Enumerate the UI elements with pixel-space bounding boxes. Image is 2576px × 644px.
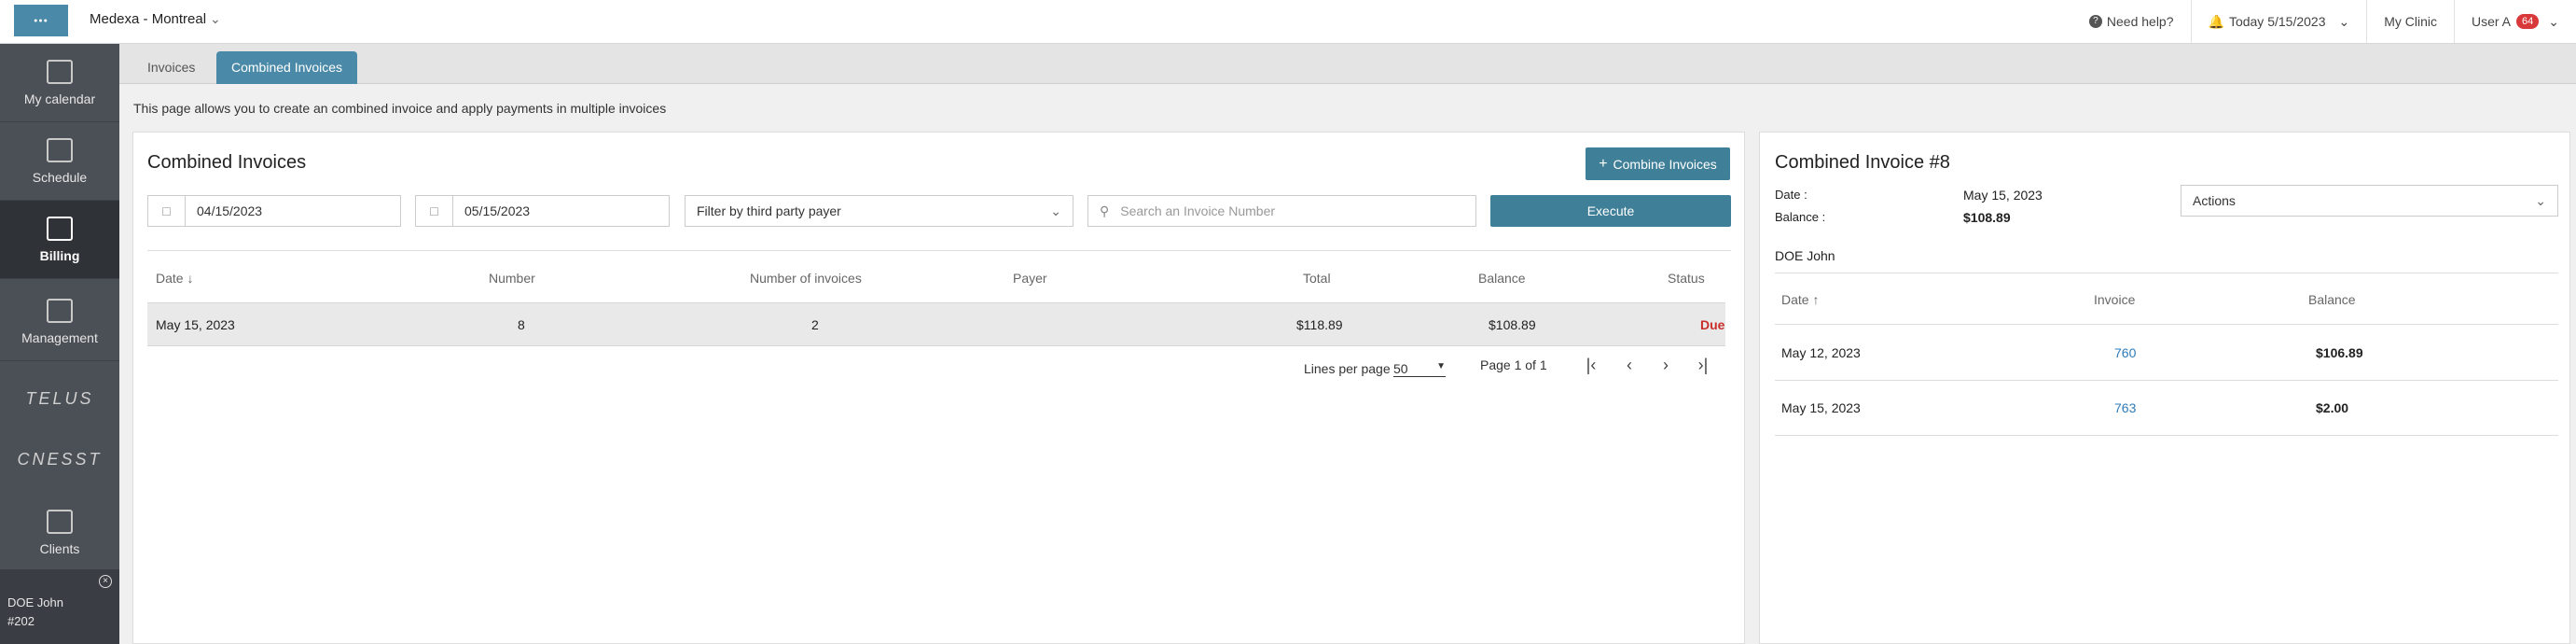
top-bar: ●●● Medexa - Montreal ⌄ ? Need help? 🔔 Tod… <box>0 0 2576 44</box>
info-text: This page allows you to create an combin… <box>133 101 667 116</box>
date-value: May 15, 2023 <box>1963 188 2043 203</box>
date-from-field[interactable]: □ 04/15/2023 <box>147 195 401 227</box>
plus-icon: + <box>1599 155 1608 172</box>
sidebar-item-schedule[interactable]: Schedule <box>0 122 119 201</box>
combine-invoices-button[interactable]: + Combine Invoices <box>1586 147 1730 180</box>
row-total: $118.89 <box>1296 317 1343 332</box>
detail-row-balance: $106.89 <box>2316 345 2363 360</box>
column-header-balance[interactable]: Balance <box>1478 271 1526 286</box>
status-badge: Due <box>1700 317 1725 332</box>
search-icon: ⚲ <box>1100 203 1110 218</box>
next-page-icon[interactable]: › <box>1655 353 1677 377</box>
sidebar-item-management[interactable]: Management <box>0 283 119 361</box>
notification-badge: 64 <box>2516 14 2540 29</box>
billing-icon <box>47 216 73 241</box>
tab-invoices[interactable]: Invoices <box>132 51 210 84</box>
schedule-icon <box>47 137 73 162</box>
payer-filter-select[interactable]: Filter by third party payer ⌄ <box>685 195 1073 227</box>
divider <box>147 250 1731 251</box>
lines-per-page-label: Lines per page <box>1304 361 1391 376</box>
divider <box>1775 324 2558 325</box>
page-info: Page 1 of 1 <box>1480 357 1547 372</box>
tab-bar: Invoices Combined Invoices <box>119 44 2576 84</box>
column-header-status[interactable]: Status <box>1668 271 1705 286</box>
detail-row-date: May 12, 2023 <box>1781 345 1861 360</box>
chevron-down-icon[interactable]: ⌄ <box>210 11 221 27</box>
arrow-down-icon: ↓ <box>187 271 194 286</box>
sidebar-item-my-calendar[interactable]: My calendar <box>0 44 119 122</box>
tab-combined-invoices[interactable]: Combined Invoices <box>216 51 358 84</box>
lines-per-page-select[interactable]: 50 ▼ <box>1393 361 1446 377</box>
last-page-icon[interactable]: ›| <box>1692 353 1714 377</box>
chevron-down-icon: ⌄ <box>1050 203 1061 218</box>
current-patient[interactable]: × DOE John #202 <box>0 569 119 644</box>
actions-select[interactable]: Actions ⌄ <box>2181 185 2558 217</box>
invoice-link[interactable]: 760 <box>2114 345 2136 360</box>
help-link[interactable]: ? Need help? <box>2072 0 2191 43</box>
today-selector[interactable]: 🔔 Today 5/15/2023 ⌄ <box>2190 0 2367 43</box>
chart-icon <box>47 298 73 323</box>
chevron-down-icon: ⌄ <box>2535 192 2546 208</box>
balance-label: Balance : <box>1775 210 1826 224</box>
row-count: 2 <box>811 317 819 332</box>
column-header-invoice[interactable]: Invoice <box>2094 292 2135 307</box>
patient-name: DOE John <box>1775 248 1835 263</box>
chevron-down-icon: ⌄ <box>2338 13 2350 29</box>
user-menu[interactable]: User A 64 ⌄ <box>2454 0 2576 43</box>
chevron-down-icon: ⌄ <box>2548 13 2559 29</box>
invoice-link[interactable]: 763 <box>2114 400 2136 415</box>
row-number: 8 <box>518 317 525 332</box>
column-header-number-of-invoices[interactable]: Number of invoices <box>750 271 862 286</box>
sidebar: My calendar Schedule Billing Management … <box>0 44 119 644</box>
detail-row-balance: $2.00 <box>2316 400 2349 415</box>
date-to-field[interactable]: □ 05/15/2023 <box>415 195 670 227</box>
column-header-total[interactable]: Total <box>1303 271 1331 286</box>
column-header-date[interactable]: Date ↓ <box>156 271 193 286</box>
bell-icon: 🔔 <box>2208 13 2224 29</box>
invoice-search-input[interactable]: ⚲ Search an Invoice Number <box>1087 195 1476 227</box>
clients-icon <box>47 509 73 534</box>
balance-value: $108.89 <box>1963 210 2011 225</box>
divider <box>1775 380 2558 381</box>
help-icon: ? <box>2088 15 2102 28</box>
detail-row-date: May 15, 2023 <box>1781 400 1861 415</box>
column-header-number[interactable]: Number <box>489 271 535 286</box>
column-header-payer[interactable]: Payer <box>1013 271 1047 286</box>
detail-title: Combined Invoice #8 <box>1775 152 1950 173</box>
calendar-icon: □ <box>416 196 453 226</box>
execute-button[interactable]: Execute <box>1490 195 1731 227</box>
row-date: May 15, 2023 <box>156 317 235 332</box>
my-clinic-link[interactable]: My Clinic <box>2366 0 2454 43</box>
date-label: Date : <box>1775 188 1807 202</box>
close-icon[interactable]: × <box>99 575 112 588</box>
column-header-date[interactable]: Date ↑ <box>1781 292 1819 307</box>
first-page-icon[interactable]: |‹ <box>1580 353 1602 377</box>
previous-page-icon[interactable]: ‹ <box>1618 353 1641 377</box>
arrow-up-icon: ↑ <box>1812 292 1820 307</box>
cnesst-logo[interactable]: CNESST <box>0 427 119 492</box>
calendar-icon <box>47 59 73 84</box>
calendar-icon: □ <box>148 196 186 226</box>
telus-logo[interactable]: TELUS <box>0 366 119 431</box>
caret-down-icon: ▼ <box>1436 361 1446 371</box>
sidebar-item-billing[interactable]: Billing <box>0 201 119 279</box>
column-header-balance[interactable]: Balance <box>2308 292 2356 307</box>
table-row[interactable]: May 15, 2023 8 2 $118.89 $108.89 Due <box>147 302 1725 346</box>
panel-title: Combined Invoices <box>147 152 307 173</box>
row-balance: $108.89 <box>1489 317 1536 332</box>
clinic-selector[interactable]: Medexa - Montreal <box>90 11 206 27</box>
divider <box>1775 435 2558 436</box>
app-logo[interactable]: ●●● <box>14 5 68 36</box>
sidebar-item-clients[interactable]: Clients <box>0 494 119 572</box>
